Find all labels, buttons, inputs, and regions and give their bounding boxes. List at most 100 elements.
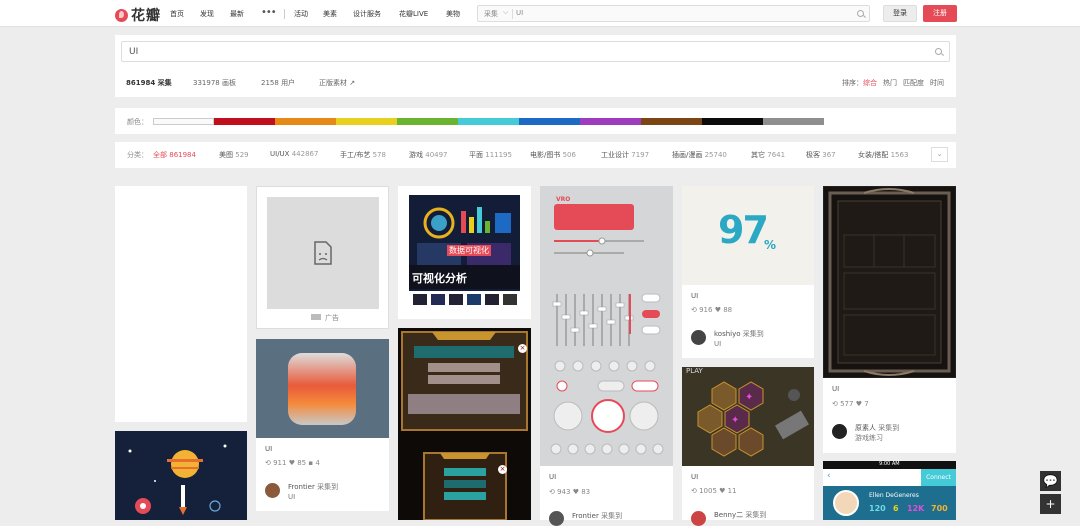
pin-card-game-ui[interactable]: × ×: [398, 328, 531, 520]
nav-activity[interactable]: 活动: [294, 9, 308, 19]
search-icon[interactable]: [857, 10, 864, 17]
pin-card-infographic[interactable]: 数据可视化 可视化分析: [398, 186, 531, 319]
category-item[interactable]: 其它 7641: [751, 150, 785, 160]
color-swatch[interactable]: [336, 118, 397, 125]
add-button[interactable]: +: [1040, 494, 1061, 514]
category-item[interactable]: 手工/布艺 578: [340, 150, 386, 160]
feedback-button[interactable]: 💬: [1040, 471, 1061, 491]
pin-attribution: koshiyo 采集到 UI: [714, 330, 764, 348]
nav-discover[interactable]: 发现: [200, 9, 214, 19]
nav-meisu[interactable]: 美素: [323, 9, 337, 19]
login-button[interactable]: 登录: [883, 5, 917, 22]
pin-card-frame[interactable]: UI ⟲ 577 ♥ 7 原素人 采集到 游戏练习: [823, 186, 956, 453]
nav-design-service[interactable]: 设计服务: [353, 9, 381, 19]
play-label: PLAY: [686, 367, 703, 375]
top-search-box[interactable]: 采集 ⌵ UI: [477, 5, 870, 22]
percent-image: 97 %: [682, 186, 814, 285]
percent-number: 97: [718, 208, 769, 252]
ornate-frame-image: [823, 186, 956, 378]
category-item[interactable]: 游戏 40497: [409, 150, 448, 160]
avatar[interactable]: [691, 511, 706, 526]
search-query-text: UI: [129, 47, 139, 57]
color-swatch[interactable]: [275, 118, 336, 125]
profile-name: Ellen DeGeneres: [869, 492, 919, 499]
chevron-down-icon[interactable]: ⌄: [931, 147, 948, 162]
avatar[interactable]: [549, 511, 564, 526]
pin-stats: ⟲ 916 ♥ 88: [691, 306, 733, 314]
sort-composite[interactable]: 综合: [863, 79, 877, 87]
category-item[interactable]: 插画/漫画 25740: [672, 150, 727, 160]
color-swatch[interactable]: [458, 118, 519, 125]
color-swatch[interactable]: [702, 118, 763, 125]
ad-card[interactable]: 广告: [256, 186, 389, 329]
color-swatch[interactable]: [153, 118, 214, 125]
pin-card-percent[interactable]: 97 % UI ⟲ 916 ♥ 88 koshiyo 采集到 UI: [682, 186, 814, 358]
avatar[interactable]: [265, 483, 280, 498]
search-icon[interactable]: [935, 48, 942, 55]
color-swatch[interactable]: [519, 118, 580, 125]
search-category-select[interactable]: 采集: [484, 9, 498, 19]
tab-boards[interactable]: 331978 画板: [193, 78, 236, 88]
pin-card-mixer[interactable]: VRO UI ⟲ 943 ♥ 83 Frontier 采集到: [540, 186, 673, 526]
infographic-title: 可视化分析: [412, 272, 467, 285]
ad-badge-icon: [311, 314, 321, 320]
logo-text: 花瓣: [131, 8, 161, 24]
color-swatch[interactable]: [397, 118, 458, 125]
pin-stats: ⟲ 577 ♥ 7: [832, 400, 869, 408]
pin-card-space[interactable]: [115, 431, 247, 520]
color-swatch[interactable]: [641, 118, 702, 125]
search-input[interactable]: UI: [516, 9, 523, 17]
pin-caption: UI: [691, 473, 699, 481]
mixer-title: VRO: [556, 196, 571, 203]
infographic-subtitle: 数据可视化: [447, 245, 491, 256]
sort-time[interactable]: 时间: [930, 79, 944, 87]
avatar[interactable]: [691, 330, 706, 345]
percent-unit: %: [764, 238, 777, 252]
profile-stat: 700: [931, 504, 948, 513]
tab-users[interactable]: 2158 用户: [261, 78, 295, 88]
sort-relevance[interactable]: 匹配度: [903, 79, 924, 87]
nav-latest[interactable]: 最新: [230, 9, 244, 19]
pin-caption: UI: [549, 473, 557, 481]
color-swatch[interactable]: [580, 118, 641, 125]
pin-card-blank[interactable]: [115, 186, 247, 422]
category-item[interactable]: 平面 111195: [469, 150, 512, 160]
pin-attribution: 原素人 采集到 游戏练习: [855, 424, 900, 442]
nav-meiwu[interactable]: 美物: [446, 9, 460, 19]
more-icon[interactable]: •••: [261, 7, 277, 18]
category-item[interactable]: 极客 367: [806, 150, 836, 160]
nav-live[interactable]: 花瓣LIVE: [399, 9, 428, 19]
close-icon[interactable]: ×: [498, 465, 507, 474]
chevron-down-icon[interactable]: ⌵: [503, 8, 508, 17]
broken-image-placeholder: [267, 197, 379, 309]
connect-button: Connect: [921, 469, 956, 486]
color-swatch[interactable]: [214, 118, 275, 125]
pin-attribution: Benny二 采集到: [714, 511, 767, 519]
register-button[interactable]: 注册: [923, 5, 957, 22]
color-swatch[interactable]: [763, 118, 824, 125]
category-item[interactable]: 电影/图书 506: [530, 150, 576, 160]
avatar[interactable]: [832, 424, 847, 439]
tab-pins[interactable]: 861984 采集: [126, 78, 172, 88]
pin-stats: ⟲ 943 ♥ 83: [549, 488, 591, 496]
category-item[interactable]: 女装/搭配 1563: [858, 150, 908, 160]
pin-caption: UI: [832, 385, 840, 393]
space-illustration: [128, 444, 227, 515]
tab-stock[interactable]: 正版素材 ↗: [319, 78, 355, 88]
category-item[interactable]: 美图 529: [219, 150, 249, 160]
search-panel: UI 861984 采集 331978 画板 2158 用户 正版素材 ↗ 排序…: [115, 35, 956, 97]
phone-nav: ‹ Connect: [823, 469, 956, 486]
huaban-logo[interactable]: 花瓣: [115, 5, 161, 25]
pin-card-phone[interactable]: 9:00 AM ‹ Connect Ellen DeGeneres 120 6 …: [823, 461, 956, 520]
status-time: 9:00 AM: [879, 461, 900, 467]
pin-card-hex-game[interactable]: PLAY ✦ ✦ UI ⟲ 1005 ♥ 11 Benny二 采集到: [682, 367, 814, 526]
main-search-input[interactable]: UI: [121, 41, 950, 62]
pin-card-cube[interactable]: UI ⟲ 911 ♥ 85 ▪ 4 Frontier 采集到 UI: [256, 339, 389, 511]
category-item[interactable]: UI/UX 442867: [270, 150, 318, 158]
nav-home[interactable]: 首页: [170, 9, 184, 19]
category-item[interactable]: 工业设计 7197: [601, 150, 649, 160]
sort-hot[interactable]: 热门: [883, 79, 897, 87]
category-item[interactable]: 全部 861984: [153, 150, 196, 160]
close-icon[interactable]: ×: [518, 344, 527, 353]
nav-divider: [284, 9, 285, 19]
